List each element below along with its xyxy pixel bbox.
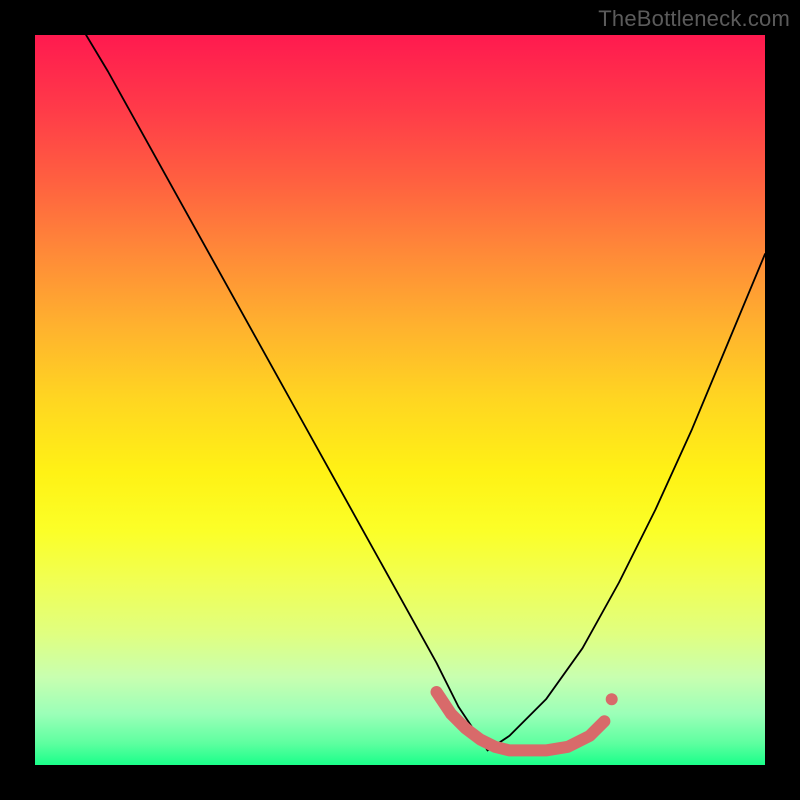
curves-svg (35, 35, 765, 765)
highlight-dot (606, 693, 618, 705)
chart-frame: TheBottleneck.com (0, 0, 800, 800)
plot-area (35, 35, 765, 765)
right-curve (488, 254, 765, 750)
left-curve (86, 35, 488, 750)
highlight-band (437, 692, 605, 750)
watermark-text: TheBottleneck.com (598, 6, 790, 32)
